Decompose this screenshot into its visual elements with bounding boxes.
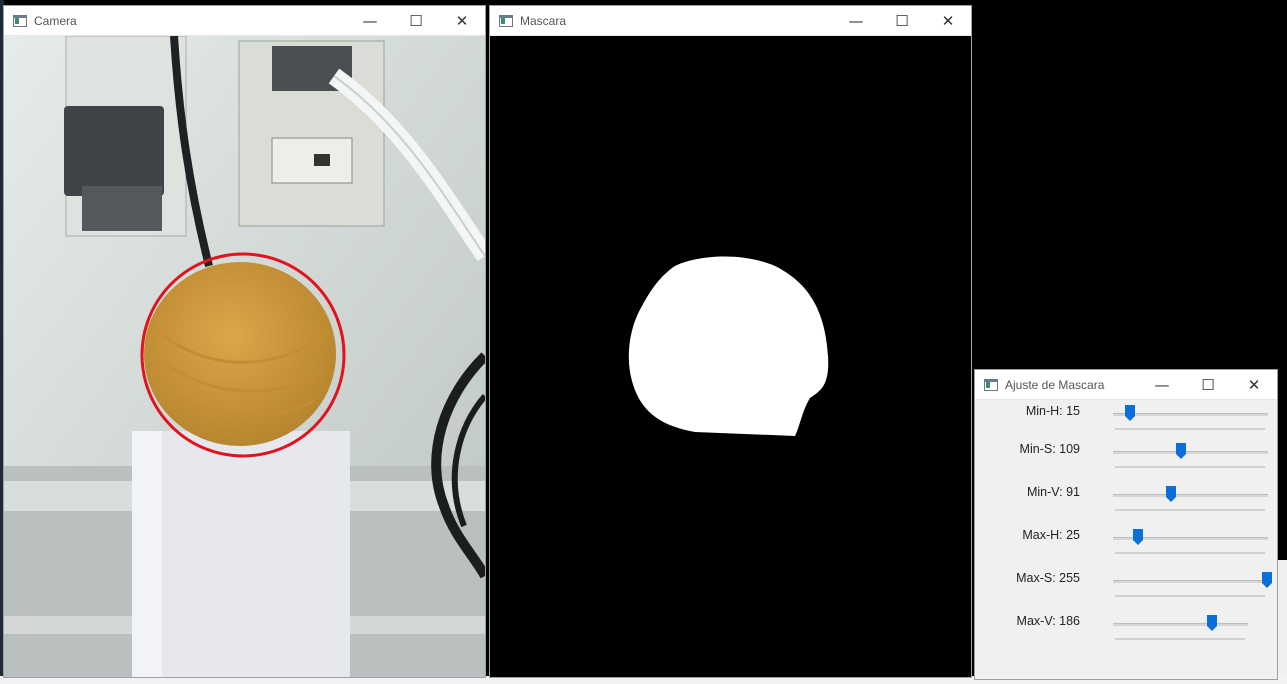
mask-blob bbox=[628, 256, 829, 436]
close-button[interactable]: ✕ bbox=[925, 6, 971, 36]
close-button[interactable]: ✕ bbox=[439, 6, 485, 36]
trackbar-thumb[interactable] bbox=[1165, 486, 1176, 502]
trackbar-track[interactable] bbox=[1113, 623, 1248, 626]
window-app-icon bbox=[499, 14, 513, 27]
adjust-mask-window[interactable]: Ajuste de Mascara — ☐ ✕ Min-H: 15 Min-S:… bbox=[974, 369, 1278, 680]
trackbar-ticks bbox=[1115, 509, 1265, 511]
minimize-button[interactable]: — bbox=[1139, 370, 1185, 400]
trackbar-label: Min-H: 15 bbox=[1025, 404, 1080, 418]
close-button[interactable]: ✕ bbox=[1231, 370, 1277, 400]
trackbar-thumb[interactable] bbox=[1124, 405, 1135, 421]
trackbar-ticks bbox=[1115, 552, 1265, 554]
window-title: Mascara bbox=[520, 13, 567, 28]
trackbar-label: Max-H: 25 bbox=[1022, 528, 1080, 542]
trackbar-thumb[interactable] bbox=[1132, 529, 1143, 545]
trackbar-track[interactable] bbox=[1113, 413, 1268, 416]
trackbar-label: Max-V: 186 bbox=[1016, 614, 1080, 628]
mask-view bbox=[490, 36, 971, 677]
camera-image bbox=[4, 36, 485, 677]
camera-titlebar[interactable]: Camera — ☐ ✕ bbox=[4, 6, 485, 36]
trackbar-thumb[interactable] bbox=[1262, 572, 1272, 588]
trackbar-max-s[interactable]: Max-S: 255 bbox=[975, 569, 1275, 612]
adjust-titlebar[interactable]: Ajuste de Mascara — ☐ ✕ bbox=[975, 370, 1277, 400]
trackbar-track[interactable] bbox=[1113, 494, 1268, 497]
trackbar-max-v[interactable]: Max-V: 186 bbox=[975, 612, 1275, 655]
trackbar-min-h[interactable]: Min-H: 15 bbox=[975, 402, 1275, 445]
trackbar-label: Min-V: 91 bbox=[1026, 485, 1080, 499]
minimize-button[interactable]: — bbox=[833, 6, 879, 36]
window-title: Camera bbox=[34, 13, 77, 28]
trackbar-label: Min-S: 109 bbox=[1019, 442, 1080, 456]
trackbar-ticks bbox=[1115, 595, 1265, 597]
trackbar-max-h[interactable]: Max-H: 25 bbox=[975, 526, 1275, 569]
minimize-button[interactable]: — bbox=[347, 6, 393, 36]
camera-feed bbox=[4, 36, 485, 677]
trackbar-thumb[interactable] bbox=[1176, 443, 1187, 459]
camera-window[interactable]: Camera — ☐ ✕ bbox=[3, 5, 486, 678]
tracked-ball bbox=[144, 262, 336, 446]
trackbar-thumb[interactable] bbox=[1206, 615, 1217, 631]
trackbar-track[interactable] bbox=[1113, 580, 1268, 583]
mask-window[interactable]: Mascara — ☐ ✕ bbox=[489, 5, 972, 678]
maximize-button[interactable]: ☐ bbox=[1185, 370, 1231, 400]
maximize-button[interactable]: ☐ bbox=[879, 6, 925, 36]
trackbar-label: Max-S: 255 bbox=[1016, 571, 1080, 585]
mask-titlebar[interactable]: Mascara — ☐ ✕ bbox=[490, 6, 971, 36]
window-app-icon bbox=[13, 14, 27, 27]
trackbar-ticks bbox=[1115, 466, 1265, 468]
trackbar-ticks bbox=[1115, 638, 1245, 640]
window-app-icon bbox=[984, 378, 998, 391]
maximize-button[interactable]: ☐ bbox=[393, 6, 439, 36]
window-title: Ajuste de Mascara bbox=[1005, 377, 1105, 392]
trackbar-min-v[interactable]: Min-V: 91 bbox=[975, 483, 1275, 526]
trackbar-ticks bbox=[1115, 428, 1265, 430]
trackbar-track[interactable] bbox=[1113, 451, 1268, 454]
trackbar-panel: Min-H: 15 Min-S: 109 Min-V: 91 Max-H: 25… bbox=[975, 400, 1277, 679]
mask-image bbox=[490, 36, 971, 677]
trackbar-min-s[interactable]: Min-S: 109 bbox=[975, 440, 1275, 483]
